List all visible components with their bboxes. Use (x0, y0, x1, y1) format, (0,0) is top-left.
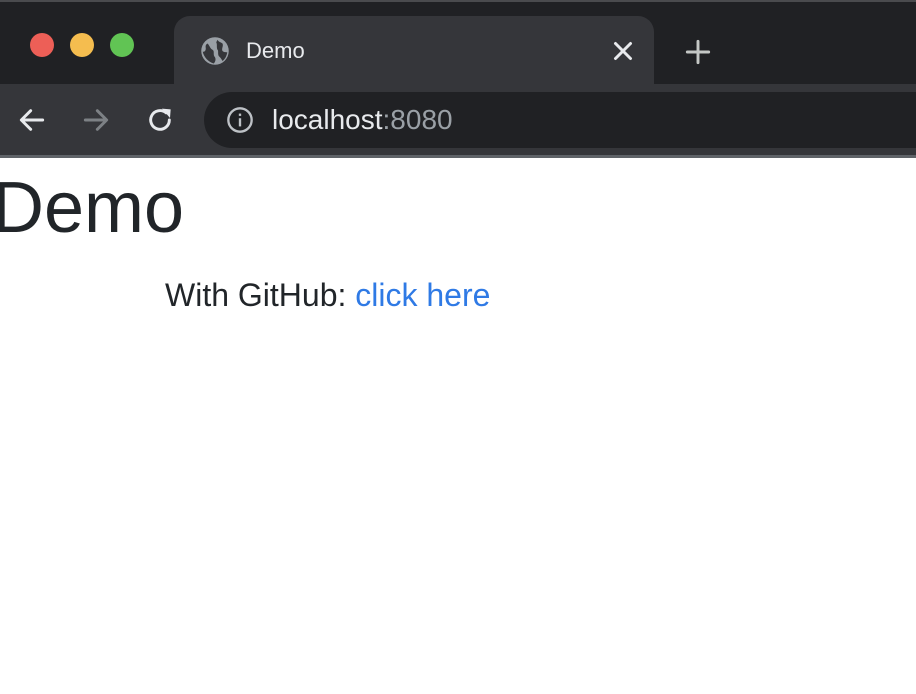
plus-icon[interactable] (682, 36, 714, 68)
tab-strip: Demo (0, 0, 916, 86)
close-icon[interactable] (608, 36, 638, 66)
tab-title: Demo (246, 38, 305, 63)
reload-icon[interactable] (144, 104, 176, 136)
window-close-button[interactable] (30, 33, 54, 57)
browser-tab[interactable]: Demo (174, 16, 654, 86)
globe-icon (201, 37, 229, 65)
browser-toolbar: localhost:8080 (0, 84, 916, 156)
page-title: Demo (0, 168, 185, 248)
url-port: :8080 (382, 104, 453, 135)
url-host: localhost (272, 104, 383, 135)
info-icon[interactable] (226, 106, 254, 134)
login-prefix: With GitHub: (165, 277, 356, 313)
url-text: localhost:8080 (272, 104, 453, 136)
login-line: With GitHub: click here (165, 276, 490, 314)
address-bar[interactable]: localhost:8080 (204, 92, 916, 148)
page-content: Demo With GitHub: click here (0, 158, 916, 694)
window-minimize-button[interactable] (70, 33, 94, 57)
arrow-left-icon[interactable] (16, 104, 48, 136)
browser-window: Demo localhost:8080 Demo With GitHub: cl… (0, 0, 916, 694)
github-login-link[interactable]: click here (355, 277, 490, 313)
window-maximize-button[interactable] (110, 33, 134, 57)
arrow-right-icon[interactable] (80, 104, 112, 136)
